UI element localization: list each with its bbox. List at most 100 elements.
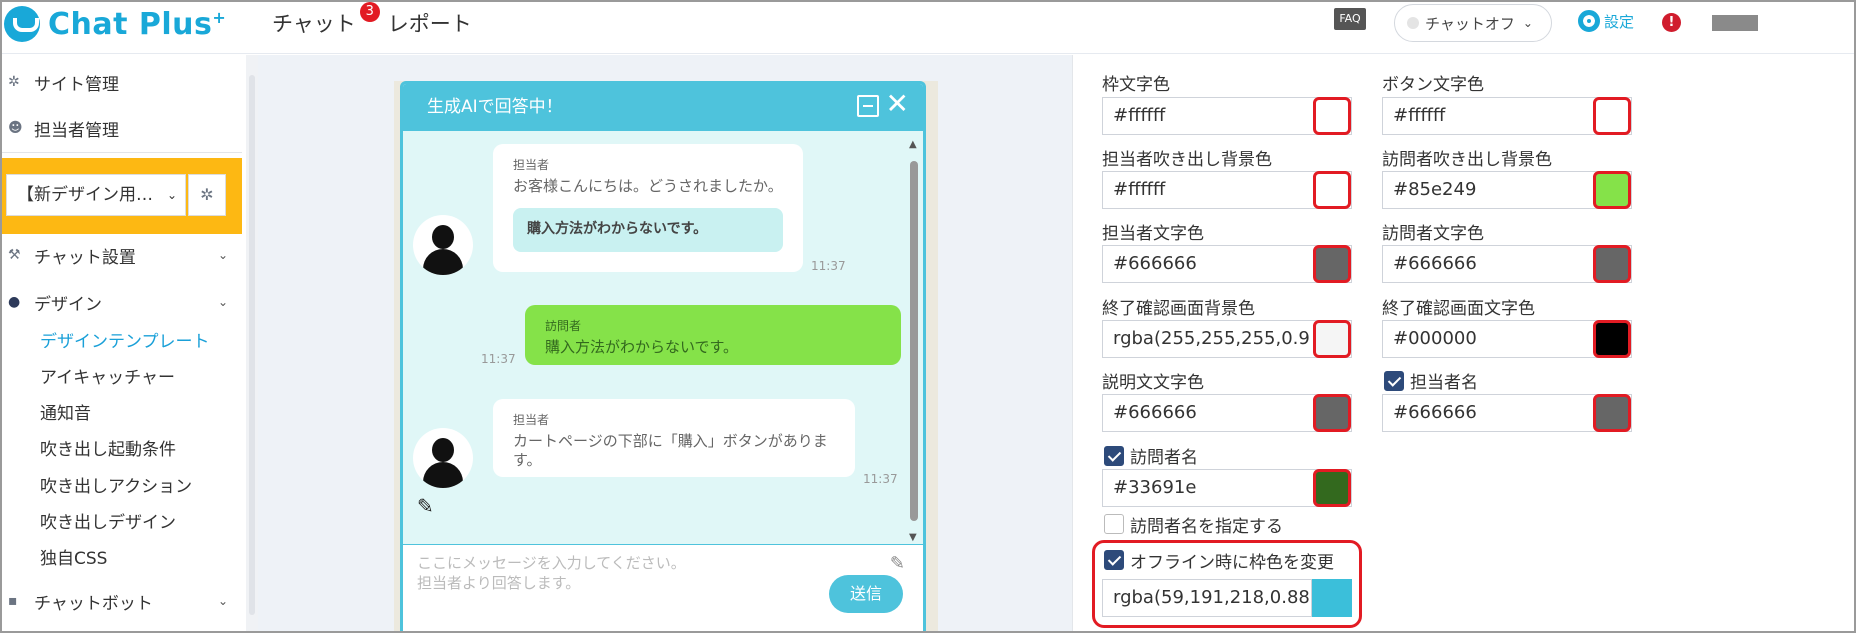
sidebar-subitem-custom-css[interactable]: 独自CSS (40, 544, 107, 569)
chat-scrollbar[interactable]: ▲ ▼ (907, 139, 921, 543)
sidebar-subitem-bubble-trigger[interactable]: 吹き出し起動条件 (40, 435, 176, 460)
chat-status-label: チャットオフ (1425, 14, 1515, 33)
message-time: 11:37 (863, 472, 898, 486)
agent-text-color-swatch[interactable] (1313, 245, 1351, 283)
agent-bubble: 担当者 お客様こんにちは。どうされましたか。 購入方法がわからないです。 (493, 144, 803, 272)
frame-text-color-swatch[interactable] (1313, 97, 1351, 135)
end-screen-text-label: 終了確認画面文字色 (1382, 299, 1535, 319)
chat-body: 担当者 お客様こんにちは。どうされましたか。 購入方法がわからないです。 11:… (403, 131, 923, 544)
chat-title: 生成AIで回答中！ (427, 97, 563, 117)
sidebar-item-site-management[interactable]: ✲ サイト管理 (2, 65, 242, 99)
agent-name: 担当者 (513, 413, 550, 427)
nav-report-label: レポート (387, 12, 472, 36)
offline-frame-color-input[interactable]: rgba(59,191,218,0.88 (1102, 579, 1312, 617)
chat-input-area[interactable]: ここにメッセージを入力してください。 担当者より回答します。 ✎ 送信 (403, 544, 923, 631)
chat-window-preview: 生成AIで回答中！ ✕ 担当者 お客様こんにちは。どうされましたか。 購入方法が… (400, 81, 926, 631)
minimize-icon[interactable] (857, 95, 879, 117)
agent-avatar (413, 428, 473, 488)
alert-icon[interactable]: ! (1662, 13, 1681, 32)
chevron-down-icon: ⌄ (217, 295, 228, 309)
sidebar-subitem-design-template[interactable]: デザインテンプレート (40, 327, 210, 352)
attachment-icon[interactable]: ✎ (890, 553, 905, 574)
offline-frame-checkbox[interactable] (1104, 550, 1124, 570)
end-screen-bg-label: 終了確認画面背景色 (1102, 299, 1255, 319)
nav-chat-label: チャット (272, 12, 356, 36)
visitor-bubble-bg-swatch[interactable] (1593, 171, 1631, 209)
chatbot-icon: ▪ (8, 593, 18, 609)
top-bar: Chat Plus+ チャット 3 レポート FAQ チャットオフ ⌄ 設定 ! (2, 2, 1854, 54)
typing-pen-icon: ✎ (417, 494, 434, 518)
agent-text-color-label: 担当者文字色 (1102, 224, 1204, 244)
settings-link[interactable]: 設定 (1578, 10, 1634, 32)
close-icon[interactable]: ✕ (886, 89, 909, 119)
chat-logo-icon (4, 6, 40, 42)
sidebar-subitem-bubble-action[interactable]: 吹き出しアクション (40, 472, 192, 497)
sidebar-item-label: 担当者管理 (34, 120, 119, 141)
sidebar-item-label: デザイン (34, 294, 102, 315)
sidebar-divider (2, 152, 242, 153)
site-settings-gear-icon[interactable]: ✲ (188, 174, 226, 216)
scroll-up-icon[interactable]: ▲ (909, 139, 917, 150)
visitor-bubble-bg-label: 訪問者吹き出し背景色 (1382, 150, 1552, 170)
users-icon: ☻ (8, 120, 23, 136)
logo[interactable]: Chat Plus+ (4, 6, 226, 42)
sidebar-item-chat-setup[interactable]: ⚒ チャット設置 ⌄ (2, 238, 242, 272)
chat-input-placeholder: ここにメッセージを入力してください。 担当者より回答します。 (417, 554, 686, 592)
sidebar-item-label: チャット設置 (34, 247, 136, 268)
agent-name-checkbox[interactable] (1384, 371, 1404, 391)
agent-bubble: 担当者 カートページの下部に「購入」ボタンがありま す。 (493, 399, 855, 477)
visitor-text-color-label: 訪問者文字色 (1382, 224, 1484, 244)
quick-reply-button[interactable]: 購入方法がわからないです。 (513, 208, 783, 252)
chat-header: 生成AIで回答中！ ✕ (403, 84, 923, 131)
nav-chat[interactable]: チャット 3 (272, 2, 380, 38)
sidebar-item-design[interactable]: ● デザイン ⌄ (2, 285, 242, 319)
frame-text-color-label: 枠文字色 (1102, 75, 1170, 95)
user-menu[interactable] (1712, 15, 1758, 31)
button-text-color-swatch[interactable] (1593, 97, 1631, 135)
sidebar-item-label: チャットボット (34, 593, 153, 614)
visitor-text-color-swatch[interactable] (1593, 245, 1631, 283)
agent-bubble-bg-swatch[interactable] (1313, 171, 1351, 209)
sidebar-item-staff-management[interactable]: ☻ 担当者管理 (2, 111, 242, 145)
chat-count-badge: 3 (359, 2, 380, 22)
agent-message: カートページの下部に「購入」ボタンがありま す。 (513, 432, 828, 469)
site-select-value: 【新デザイン用… (17, 185, 153, 205)
sidebar-subitem-bubble-design[interactable]: 吹き出しデザイン (40, 508, 176, 533)
sidebar-item-chatbot[interactable]: ▪ チャットボット ⌄ (2, 584, 242, 618)
specify-visitor-name-label: 訪問者名を指定する (1130, 517, 1283, 537)
sidebar-scrollbar[interactable] (246, 55, 258, 631)
end-screen-bg-swatch[interactable] (1313, 320, 1351, 358)
faq-button[interactable]: FAQ (1334, 8, 1366, 30)
agent-avatar (413, 215, 473, 275)
status-dot-icon (1407, 17, 1419, 29)
gear-icon: ✲ (8, 74, 20, 90)
wrench-icon: ⚒ (8, 247, 21, 263)
scroll-down-icon[interactable]: ▼ (909, 532, 917, 543)
visitor-name-checkbox[interactable] (1104, 446, 1124, 466)
offline-frame-color-swatch[interactable] (1312, 579, 1352, 617)
chat-status-dropdown[interactable]: チャットオフ ⌄ (1394, 4, 1552, 42)
visitor-name-label: 訪問者名 (1130, 448, 1198, 468)
visitor-name-color-swatch[interactable] (1313, 469, 1351, 507)
specify-visitor-name-checkbox[interactable] (1104, 514, 1124, 534)
desc-text-color-swatch[interactable] (1313, 394, 1351, 432)
main-nav: チャット 3 レポート (272, 2, 472, 38)
end-screen-text-swatch[interactable] (1593, 320, 1631, 358)
visitor-name: 訪問者 (545, 319, 582, 333)
send-button[interactable]: 送信 (829, 575, 903, 613)
desc-text-color-label: 説明文文字色 (1102, 373, 1204, 393)
agent-name-color-swatch[interactable] (1593, 394, 1631, 432)
sidebar-subitem-notification-sound[interactable]: 通知音 (40, 399, 91, 424)
sidebar-item-label: サイト管理 (34, 74, 119, 95)
agent-bubble-bg-label: 担当者吹き出し背景色 (1102, 150, 1272, 170)
site-select[interactable]: 【新デザイン用… ⌄ (6, 174, 186, 216)
agent-name-label: 担当者名 (1410, 373, 1478, 393)
agent-name: 担当者 (513, 158, 550, 172)
nav-report[interactable]: レポート (388, 8, 472, 38)
sidebar-subitem-eyecatcher[interactable]: アイキャッチャー (40, 363, 175, 388)
chevron-down-icon: ⌄ (217, 594, 228, 608)
app-frame: Chat Plus+ チャット 3 レポート FAQ チャットオフ ⌄ 設定 !… (0, 0, 1856, 633)
agent-message: お客様こんにちは。どうされましたか。 (513, 177, 783, 195)
button-text-color-label: ボタン文字色 (1382, 75, 1484, 95)
logo-text: Chat Plus+ (48, 6, 227, 42)
